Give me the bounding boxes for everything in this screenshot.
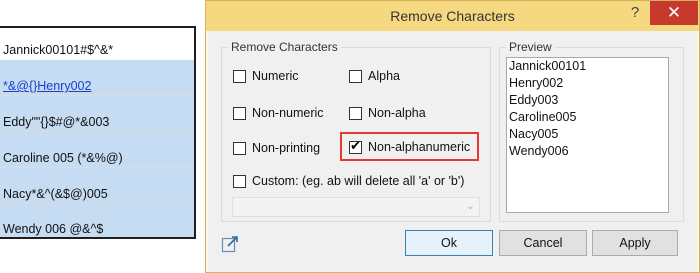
preview-line: Wendy006 (509, 144, 569, 158)
non-numeric-label: Non-numeric (252, 106, 324, 120)
preview-list[interactable]: Jannick00101 Henry002 Eddy003 Caroline00… (506, 57, 669, 213)
option-non-alpha[interactable]: Non-alpha (349, 105, 426, 121)
custom-checkbox[interactable] (233, 174, 246, 188)
help-icon[interactable]: ? (624, 2, 646, 24)
alpha-checkbox[interactable] (349, 69, 362, 83)
apply-button[interactable]: Apply (592, 230, 678, 256)
preview-line: Henry002 (509, 76, 564, 90)
non-alpha-checkbox[interactable] (349, 106, 362, 120)
preview-line: Eddy003 (509, 93, 559, 107)
title-bar[interactable]: Remove Characters ? ✕ (206, 1, 699, 31)
numeric-checkbox[interactable] (233, 69, 246, 83)
alpha-label: Alpha (368, 69, 400, 83)
preview-line: Caroline005 (509, 110, 577, 124)
remove-characters-dialog: Remove Characters ? ✕ Remove Characters … (205, 0, 700, 273)
dialog-body: Remove Characters Numeric Alpha Non-nume… (208, 31, 697, 272)
close-icon: ✕ (666, 3, 682, 22)
option-non-alphanumeric[interactable]: Non-alphanumeric (349, 139, 470, 155)
spreadsheet-area: Jannick00101#$^&* *&@{}Henry002 Eddy""{}… (0, 0, 205, 273)
cell-a6[interactable]: Wendy 006 @&^$ (3, 221, 193, 237)
non-printing-label: Non-printing (252, 141, 321, 155)
custom-label: Custom: (eg. ab will delete all 'a' or '… (252, 174, 465, 188)
chevron-down-icon[interactable]: ⌄ (466, 199, 475, 212)
cell-a4[interactable]: Caroline 005 (*&%@) (3, 150, 193, 166)
ok-button[interactable]: Ok (405, 230, 493, 256)
group-label-remove: Remove Characters (228, 40, 341, 54)
option-non-printing[interactable]: Non-printing (233, 140, 320, 156)
cell-a3[interactable]: Eddy""{}$#@*&003 (3, 114, 193, 130)
cell-a2[interactable]: *&@{}Henry002 (3, 78, 193, 94)
option-custom[interactable]: Custom: (eg. ab will delete all 'a' or '… (233, 173, 464, 189)
cell-a5[interactable]: Nacy*&^(&$@)005 (3, 186, 193, 202)
option-non-numeric[interactable]: Non-numeric (233, 105, 324, 121)
expand-arrow-icon[interactable] (221, 235, 239, 253)
preview-line: Nacy005 (509, 127, 559, 141)
numeric-label: Numeric (252, 69, 299, 83)
non-numeric-checkbox[interactable] (233, 106, 246, 120)
non-printing-checkbox[interactable] (233, 141, 246, 155)
non-alphanumeric-checkbox[interactable] (349, 139, 362, 154)
option-numeric[interactable]: Numeric (233, 68, 299, 84)
option-alpha[interactable]: Alpha (349, 68, 400, 84)
non-alphanumeric-label: Non-alphanumeric (368, 140, 471, 154)
remove-characters-group: Remove Characters Numeric Alpha Non-nume… (221, 40, 491, 222)
cancel-button[interactable]: Cancel (499, 230, 587, 256)
preview-group: Preview Jannick00101 Henry002 Eddy003 Ca… (499, 40, 684, 222)
group-label-preview: Preview (506, 40, 555, 54)
custom-characters-input[interactable]: ⌄ (232, 197, 480, 217)
non-alpha-label: Non-alpha (368, 106, 426, 120)
cell-a1[interactable]: Jannick00101#$^&* (3, 42, 193, 58)
preview-line: Jannick00101 (509, 59, 587, 73)
close-button[interactable]: ✕ (650, 1, 698, 25)
